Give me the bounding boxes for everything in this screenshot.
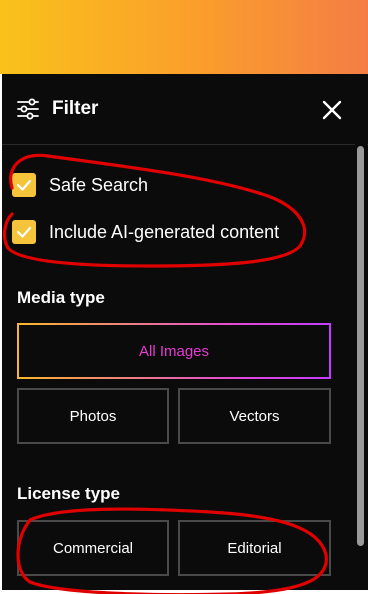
page-bottom-edge [0,590,368,594]
close-icon[interactable] [320,98,344,122]
checkmark-icon [16,179,32,191]
safe-search-label: Safe Search [49,175,149,195]
sliders-icon [17,98,39,120]
media-option-all-images[interactable]: All Images [17,323,331,379]
media-option-photos[interactable]: Photos [17,388,169,444]
filter-panel: Filter Safe Search Include AI-generated … [2,74,368,594]
scrollbar-thumb[interactable] [357,146,364,546]
license-option-editorial[interactable]: Editorial [178,520,331,576]
license-option-label: Editorial [227,539,282,557]
ai-content-checkbox[interactable]: Include AI-generated content [12,219,312,245]
media-option-vectors[interactable]: Vectors [178,388,331,444]
license-option-label: Commercial [52,539,133,557]
ai-content-label: Include AI-generated content [49,222,280,242]
checkbox-checked[interactable] [12,220,36,244]
license-type-title: License type [17,484,120,503]
media-option-label: All Images [138,342,210,360]
checkbox-checked[interactable] [12,173,36,197]
filter-title: Filter [52,98,99,119]
safe-search-checkbox[interactable]: Safe Search [12,172,252,198]
top-gradient-banner [0,0,368,74]
scrollbar-track[interactable] [355,144,367,594]
checkmark-icon [16,226,32,238]
filter-header: Filter [2,74,368,145]
license-option-commercial[interactable]: Commercial [17,520,169,576]
media-option-label: Photos [69,407,117,425]
media-type-title: Media type [17,288,105,307]
media-option-label: Vectors [229,407,280,425]
